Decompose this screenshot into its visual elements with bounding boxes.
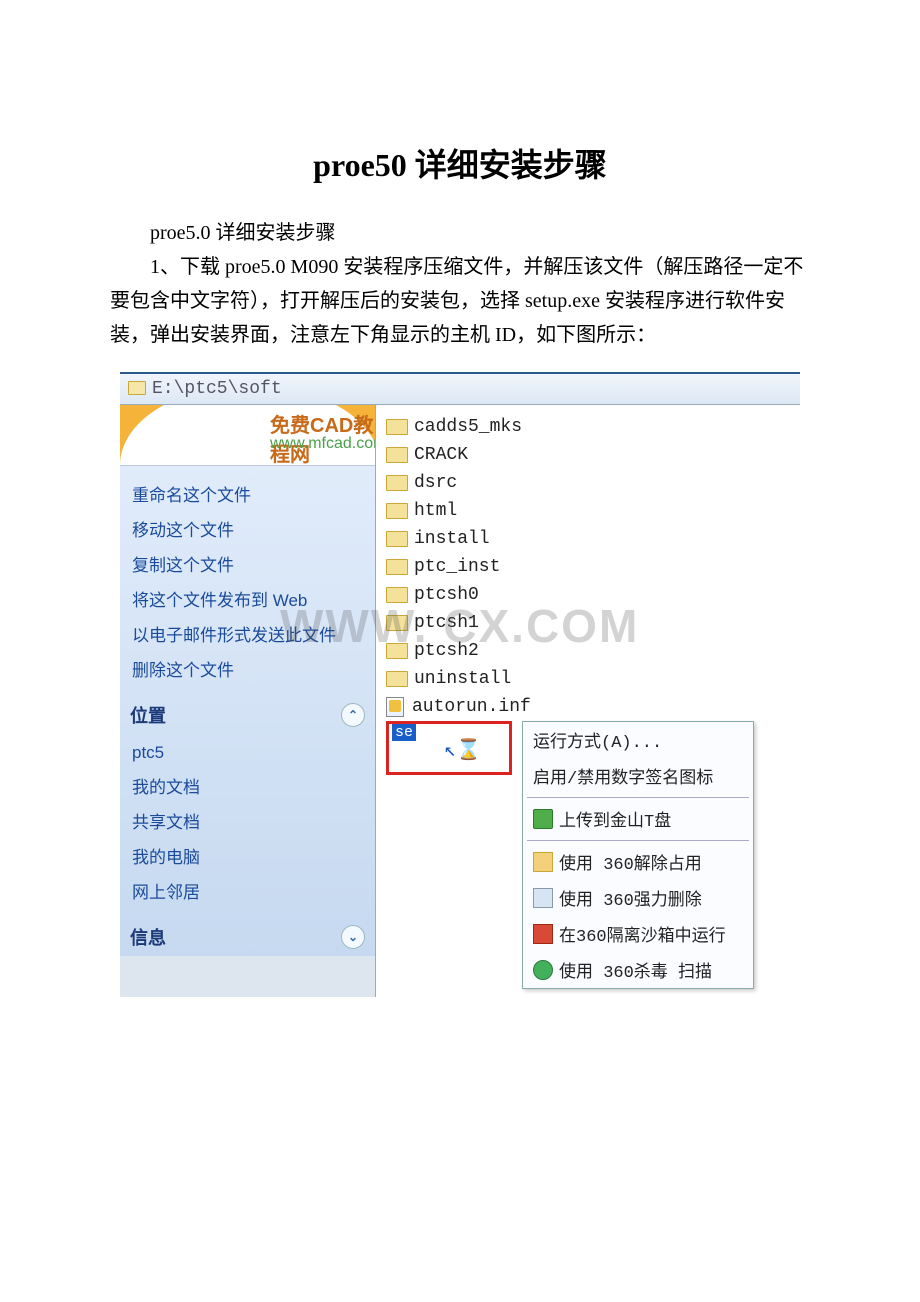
folder-item[interactable]: install xyxy=(386,525,790,553)
places-group: ptc5 我的文档 共享文档 我的电脑 网上邻居 xyxy=(120,734,375,918)
inf-file-icon xyxy=(386,697,404,717)
menu-label: 在360隔离沙箱中运行 xyxy=(559,921,726,947)
context-menu: 运行方式(A)... 启用/禁用数字签名图标 上传到金山T盘 使用 360解除占… xyxy=(522,721,754,989)
folder-item[interactable]: ptcsh0 xyxy=(386,581,790,609)
paragraph-1: 1、下载 proe5.0 M090 安装程序压缩文件，并解压该文件（解压路径一定… xyxy=(110,250,810,352)
folder-icon xyxy=(386,419,408,435)
address-text: E:\ptc5\soft xyxy=(152,379,282,399)
delete-icon xyxy=(533,888,553,908)
menu-sandbox[interactable]: 在360隔离沙箱中运行 xyxy=(523,916,753,952)
menu-label: 运行方式(A)... xyxy=(533,727,662,753)
file-label: ptc_inst xyxy=(414,557,500,577)
explorer-sidebar: 免费CAD教程网 www.mfcad.com 重命名这个文件 移动这个文件 复制… xyxy=(120,405,375,956)
file-label: install xyxy=(414,529,490,549)
folder-item[interactable]: ptcsh1 xyxy=(386,609,790,637)
setup-exe-highlight[interactable]: se ↖⌛ xyxy=(386,721,512,775)
file-label: ptcsh0 xyxy=(414,585,479,605)
info-title: 信息 xyxy=(130,924,166,950)
chevron-down-icon[interactable]: ⌄ xyxy=(341,925,365,949)
file-label: CRACK xyxy=(414,445,468,465)
place-mydocs[interactable]: 我的文档 xyxy=(132,768,363,803)
address-bar[interactable]: E:\ptc5\soft xyxy=(120,374,800,405)
file-label: cadds5_mks xyxy=(414,417,522,437)
places-header[interactable]: 位置 ⌃ xyxy=(120,696,375,734)
task-email[interactable]: 以电子邮件形式发送此文件 xyxy=(132,616,363,651)
ad-banner: 免费CAD教程网 www.mfcad.com xyxy=(120,405,375,466)
file-label: se xyxy=(392,724,416,741)
menu-forcedelete[interactable]: 使用 360强力删除 xyxy=(523,880,753,916)
folder-item[interactable]: dsrc xyxy=(386,469,790,497)
cursor-hourglass-icon: ↖⌛ xyxy=(444,741,481,763)
folder-item[interactable]: ptcsh2 xyxy=(386,637,790,665)
menu-runas[interactable]: 运行方式(A)... xyxy=(523,722,753,758)
menu-scan[interactable]: 使用 360杀毒 扫描 xyxy=(523,952,753,988)
file-label: dsrc xyxy=(414,473,457,493)
task-copy[interactable]: 复制这个文件 xyxy=(132,546,363,581)
explorer-screenshot: WWW. CX.COM E:\ptc5\soft 免费CAD教程网 www.mf… xyxy=(120,372,800,997)
menu-label: 启用/禁用数字签名图标 xyxy=(533,763,713,789)
task-delete[interactable]: 删除这个文件 xyxy=(132,651,363,686)
file-label: autorun.inf xyxy=(412,697,531,717)
folder-icon xyxy=(386,671,408,687)
info-header[interactable]: 信息 ⌄ xyxy=(120,918,375,956)
menu-label: 使用 360杀毒 扫描 xyxy=(559,957,712,983)
folder-icon xyxy=(386,559,408,575)
upload-icon xyxy=(533,809,553,829)
folder-icon xyxy=(386,447,408,463)
file-tasks-group: 重命名这个文件 移动这个文件 复制这个文件 将这个文件发布到 Web 以电子邮件… xyxy=(120,466,375,696)
menu-signature[interactable]: 启用/禁用数字签名图标 xyxy=(523,758,753,794)
menu-label: 使用 360解除占用 xyxy=(559,849,702,875)
menu-separator xyxy=(527,840,749,841)
banner-url: www.mfcad.com xyxy=(270,435,375,453)
page-title: proe50 详细安装步骤 xyxy=(110,140,810,186)
place-ptc5[interactable]: ptc5 xyxy=(132,738,363,768)
menu-separator xyxy=(527,797,749,798)
folder-item[interactable]: CRACK xyxy=(386,441,790,469)
folder-icon xyxy=(386,503,408,519)
chevron-up-icon[interactable]: ⌃ xyxy=(341,703,365,727)
places-title: 位置 xyxy=(130,702,166,728)
file-label: ptcsh2 xyxy=(414,641,479,661)
file-label: uninstall xyxy=(414,669,511,689)
subtitle: proe5.0 详细安装步骤 xyxy=(110,216,810,250)
folder-icon xyxy=(386,643,408,659)
folder-item[interactable]: cadds5_mks xyxy=(386,413,790,441)
folder-icon xyxy=(386,615,408,631)
folder-item[interactable]: ptc_inst xyxy=(386,553,790,581)
menu-label: 上传到金山T盘 xyxy=(559,806,671,832)
folder-icon xyxy=(386,475,408,491)
menu-unlock[interactable]: 使用 360解除占用 xyxy=(523,844,753,880)
sandbox-icon xyxy=(533,924,553,944)
file-pane: cadds5_mks CRACK dsrc html install ptc_i… xyxy=(375,405,800,997)
folder-item[interactable]: html xyxy=(386,497,790,525)
place-shared[interactable]: 共享文档 xyxy=(132,803,363,838)
scan-icon xyxy=(533,960,553,980)
folder-icon xyxy=(386,531,408,547)
task-publish[interactable]: 将这个文件发布到 Web xyxy=(132,581,363,616)
file-label: html xyxy=(414,501,457,521)
menu-upload[interactable]: 上传到金山T盘 xyxy=(523,801,753,837)
folder-icon xyxy=(386,587,408,603)
menu-label: 使用 360强力删除 xyxy=(559,885,702,911)
task-move[interactable]: 移动这个文件 xyxy=(132,511,363,546)
place-mycomputer[interactable]: 我的电脑 xyxy=(132,838,363,873)
folder-icon xyxy=(128,381,146,395)
folder-item[interactable]: uninstall xyxy=(386,665,790,693)
unlock-icon xyxy=(533,852,553,872)
file-item-inf[interactable]: autorun.inf xyxy=(386,693,790,721)
file-label: ptcsh1 xyxy=(414,613,479,633)
task-rename[interactable]: 重命名这个文件 xyxy=(132,476,363,511)
place-network[interactable]: 网上邻居 xyxy=(132,873,363,908)
